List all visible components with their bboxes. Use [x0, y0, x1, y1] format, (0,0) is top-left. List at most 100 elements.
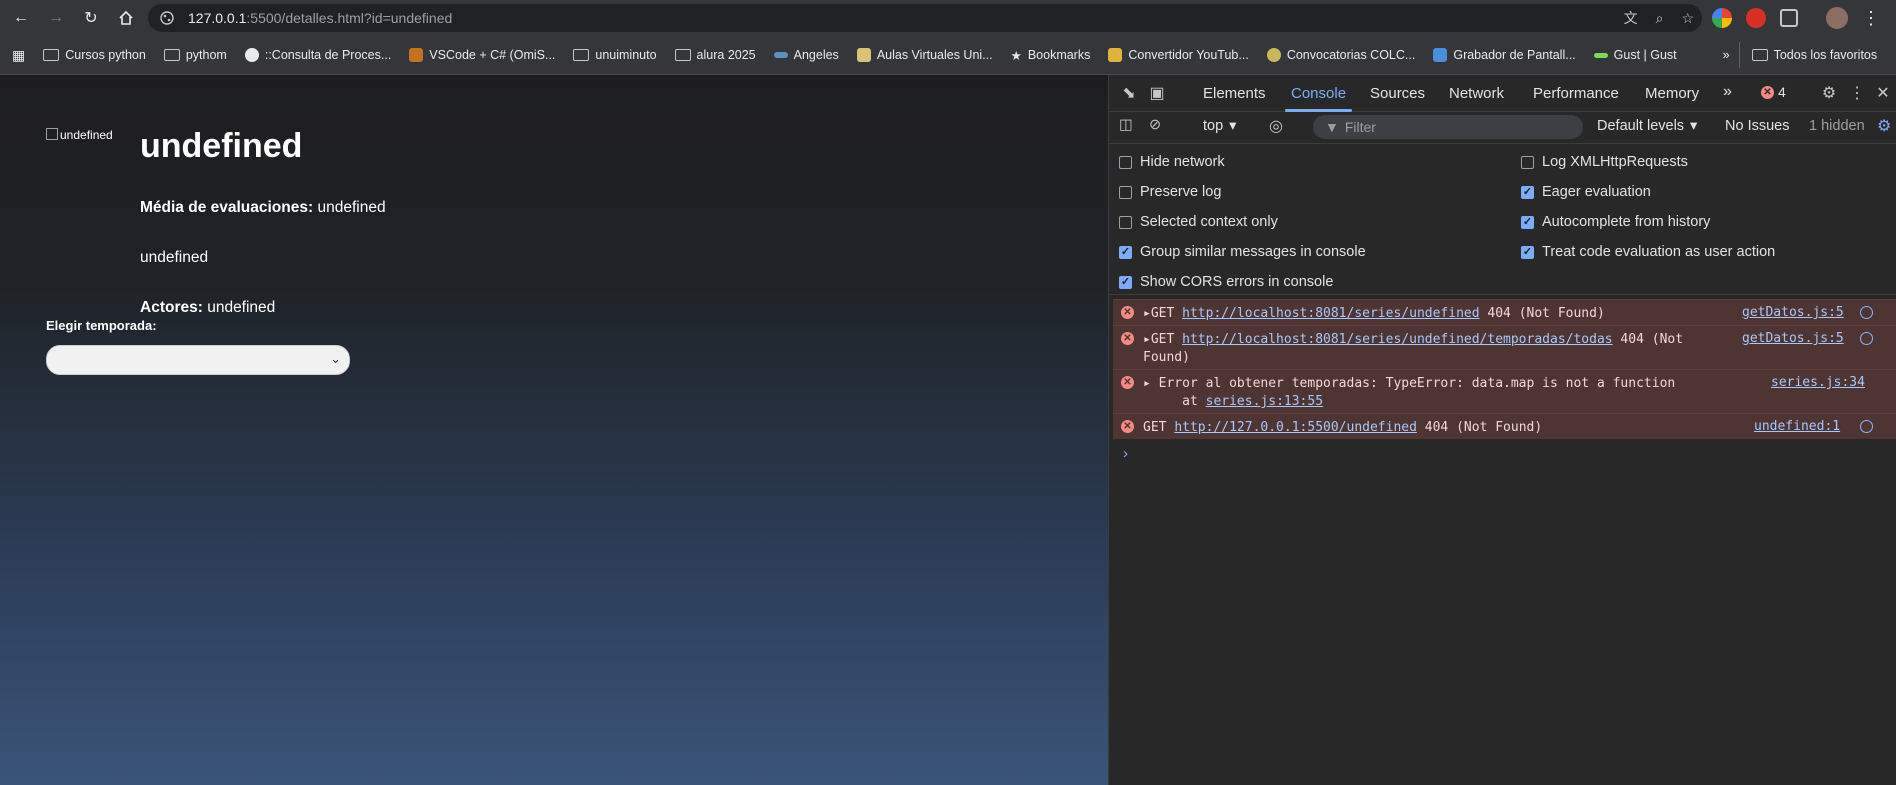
caret-down-icon: ▾	[1690, 118, 1698, 134]
translate-icon[interactable]: 文	[1624, 8, 1638, 28]
filter-icon: ▼	[1325, 119, 1339, 135]
filter-input[interactable]: ▼ Filter	[1313, 115, 1583, 139]
clear-console-icon[interactable]: ⊘	[1149, 117, 1161, 133]
extension-icon[interactable]	[1712, 8, 1732, 28]
more-bookmarks-button[interactable]: »	[1714, 42, 1739, 68]
inspect-icon[interactable]: ⬊	[1119, 83, 1139, 103]
log-xhr-checkbox[interactable]: Log XMLHttpRequests	[1521, 154, 1688, 170]
folder-icon	[1751, 49, 1768, 61]
console-error-row[interactable]: ✕ GET http://127.0.0.1:5500/undefined 40…	[1113, 413, 1896, 439]
bookmark-item[interactable]: Grabador de Pantall...	[1424, 42, 1584, 68]
source-link[interactable]: getDatos.js:5	[1742, 305, 1844, 320]
bookmark-item[interactable]: pythom	[155, 42, 236, 68]
home-icon	[119, 10, 133, 25]
expand-triangle-icon[interactable]: ▸	[1143, 332, 1151, 347]
bookmark-item[interactable]: Angeles	[765, 42, 848, 68]
show-cors-checkbox[interactable]: ✓ Show CORS errors in console	[1119, 274, 1333, 290]
console-prompt[interactable]: ›	[1123, 445, 1128, 462]
home-button[interactable]	[112, 4, 140, 32]
back-button[interactable]: ←	[7, 4, 35, 32]
page-title: undefined	[140, 127, 303, 165]
url-text[interactable]: 127.0.0.1:5500/detalles.html?id=undefine…	[188, 10, 452, 26]
console-error-row[interactable]: ✕ ▸GET http://localhost:8081/series/unde…	[1113, 325, 1896, 369]
apps-button[interactable]: ▦	[0, 42, 34, 68]
address-bar[interactable]: 127.0.0.1:5500/detalles.html?id=undefine…	[148, 4, 1702, 32]
site-icon	[773, 52, 788, 58]
eye-icon[interactable]: ◎	[1269, 116, 1283, 136]
sidebar-toggle-icon[interactable]: ◫	[1119, 117, 1133, 133]
preserve-log-checkbox[interactable]: Preserve log	[1119, 184, 1221, 200]
chevron-down-icon: ⌄	[330, 351, 341, 366]
arrow-left-icon: ←	[13, 9, 29, 26]
site-info-icon	[160, 11, 174, 25]
synopsis: undefined	[140, 249, 209, 266]
bookmark-item[interactable]: VSCode + C# (OmiS...	[400, 42, 564, 68]
issues-button[interactable]: No Issues	[1725, 118, 1789, 134]
forward-button[interactable]: →	[42, 4, 70, 32]
group-similar-checkbox[interactable]: ✓ Group similar messages in console	[1119, 244, 1366, 260]
all-favorites-button[interactable]: Todos los favoritos	[1738, 42, 1887, 68]
close-icon[interactable]: ✕	[1873, 83, 1893, 103]
tab-sources[interactable]: Sources	[1370, 85, 1425, 102]
error-icon: ✕	[1121, 332, 1134, 345]
treat-code-checkbox[interactable]: ✓ Treat code evaluation as user action	[1521, 244, 1775, 260]
rating-line: Média de evaluaciones: undefined	[140, 199, 386, 216]
eager-eval-checkbox[interactable]: ✓ Eager evaluation	[1521, 184, 1651, 200]
bookmark-item[interactable]: alura 2025	[666, 42, 765, 68]
source-link[interactable]: getDatos.js:5	[1742, 331, 1844, 346]
tab-performance[interactable]: Performance	[1533, 85, 1619, 102]
bookmark-item[interactable]: Convocatorias COLC...	[1258, 42, 1425, 68]
tab-network[interactable]: Network	[1449, 85, 1504, 102]
tab-elements[interactable]: Elements	[1203, 85, 1266, 102]
reload-button[interactable]: ↻	[77, 4, 105, 32]
bookmark-item[interactable]: Convertidor YouTub...	[1099, 42, 1257, 68]
season-select[interactable]: ⌄	[46, 345, 350, 375]
bookmark-item[interactable]: unuiminuto	[564, 42, 665, 68]
selected-context-checkbox[interactable]: Selected context only	[1119, 214, 1278, 230]
request-link[interactable]: http://localhost:8081/series/undefined/t…	[1182, 332, 1612, 347]
console-error-row[interactable]: ✕ ▸GET http://localhost:8081/series/unde…	[1113, 299, 1896, 325]
network-globe-icon[interactable]	[1860, 306, 1873, 319]
autocomplete-checkbox[interactable]: ✓ Autocomplete from history	[1521, 214, 1710, 230]
bookmark-item[interactable]: Cursos python	[34, 42, 155, 68]
avatar[interactable]	[1826, 7, 1848, 29]
hide-network-checkbox[interactable]: Hide network	[1119, 154, 1225, 170]
source-link[interactable]: undefined:1	[1754, 419, 1840, 434]
stack-link[interactable]: series.js:13:55	[1206, 394, 1323, 409]
request-link[interactable]: http://127.0.0.1:5500/undefined	[1174, 420, 1417, 435]
puzzle-icon[interactable]	[1780, 9, 1798, 27]
more-options-icon[interactable]: ⋮	[1847, 83, 1867, 103]
bookmark-item[interactable]: ★ Bookmarks	[1002, 42, 1100, 68]
adblock-icon[interactable]	[1746, 8, 1766, 28]
console-settings-icon[interactable]: ⚙	[1877, 116, 1891, 136]
more-tabs-icon[interactable]: »	[1723, 83, 1732, 101]
expand-triangle-icon[interactable]: ▸	[1143, 306, 1151, 321]
tab-memory[interactable]: Memory	[1645, 85, 1699, 102]
context-select[interactable]: top ▾	[1203, 118, 1236, 134]
arrow-right-icon: →	[48, 9, 64, 26]
menu-icon[interactable]: ⋮	[1862, 8, 1880, 29]
levels-dropdown[interactable]: Default levels ▾	[1597, 118, 1697, 134]
site-icon	[1266, 48, 1281, 62]
site-icon	[409, 48, 424, 62]
devtools-panel: ⬊ ▣ Elements Console Sources Network Per…	[1108, 75, 1896, 785]
zoom-icon[interactable]: ⌕	[1656, 10, 1664, 27]
request-link[interactable]: http://localhost:8081/series/undefined	[1182, 306, 1479, 321]
gear-icon[interactable]: ⚙	[1819, 83, 1839, 103]
error-icon: ✕	[1761, 85, 1774, 99]
device-toggle-icon[interactable]: ▣	[1147, 83, 1167, 103]
bookmark-item[interactable]: ::Consulta de Proces...	[236, 42, 400, 68]
globe-icon	[244, 48, 259, 62]
browser-toolbar: ← → ↻ 127.0.0.1:5500/detalles.html?id=un…	[0, 0, 1896, 36]
tab-console[interactable]: Console	[1284, 85, 1353, 112]
site-icon	[1433, 48, 1448, 62]
bookmark-item[interactable]: Aulas Virtuales Uni...	[848, 42, 1002, 68]
network-globe-icon[interactable]	[1860, 332, 1873, 345]
expand-triangle-icon[interactable]: ▸	[1143, 376, 1151, 391]
bookmark-item[interactable]: Gust | Gust	[1585, 42, 1686, 68]
source-link[interactable]: series.js:34	[1771, 375, 1865, 390]
console-error-row[interactable]: ✕ ▸ Error al obtener temporadas: TypeErr…	[1113, 369, 1896, 413]
network-globe-icon[interactable]	[1860, 420, 1873, 433]
star-icon[interactable]: ☆	[1681, 10, 1694, 27]
error-counter[interactable]: ✕ 4	[1761, 84, 1786, 100]
